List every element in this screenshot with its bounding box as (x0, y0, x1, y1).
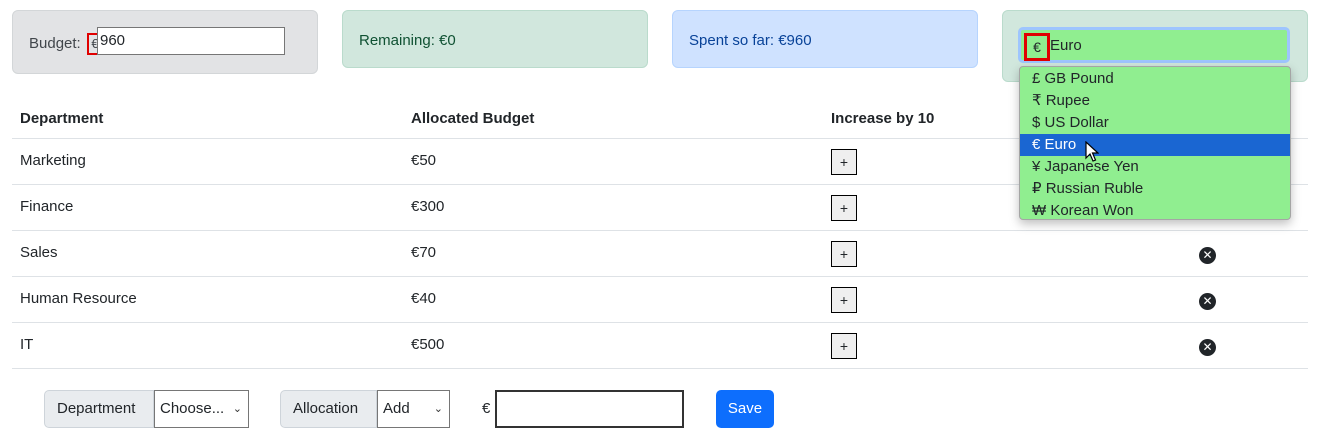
amount-input[interactable] (495, 390, 684, 428)
budget-card: Budget: € 960 (12, 10, 318, 74)
delete-icon[interactable]: ✕ (1199, 293, 1216, 310)
allocation-select-value: Add (383, 400, 410, 417)
currency-option-gbp[interactable]: £ GB Pound (1020, 68, 1290, 90)
table-row: Sales €70 + ✕ (12, 230, 1308, 277)
department-addon-label: Department (44, 390, 154, 428)
department-select-value: Choose... (160, 400, 225, 417)
budget-cell: €500 (403, 322, 823, 369)
currency-option-ruble[interactable]: ₽ Russian Ruble (1020, 178, 1290, 200)
currency-option-won[interactable]: ₩ Korean Won (1020, 200, 1290, 222)
currency-option-usd[interactable]: $ US Dollar (1020, 112, 1290, 134)
currency-select[interactable]: € Euro (1018, 27, 1290, 63)
increase-button[interactable]: + (831, 241, 857, 267)
budget-input[interactable]: 960 (97, 27, 285, 55)
currency-option-rupee[interactable]: ₹ Rupee (1020, 90, 1290, 112)
department-group: Department Choose... ⌄ (44, 390, 249, 428)
currency-selected-name: Euro (1050, 37, 1082, 54)
increase-button[interactable]: + (831, 195, 857, 221)
header-department: Department (12, 98, 403, 139)
delete-icon[interactable]: ✕ (1199, 339, 1216, 356)
remaining-card: Remaining: €0 (342, 10, 648, 68)
department-cell: IT (12, 322, 403, 369)
currency-symbol: € (1024, 33, 1050, 61)
table-row: Human Resource €40 + ✕ (12, 276, 1308, 323)
chevron-down-icon: ⌄ (232, 403, 242, 415)
currency-dropdown-list: £ GB Pound ₹ Rupee $ US Dollar € Euro ¥ … (1019, 66, 1291, 220)
increase-button[interactable]: + (831, 333, 857, 359)
department-cell: Human Resource (12, 276, 403, 323)
department-select[interactable]: Choose... ⌄ (154, 390, 249, 428)
budget-cell: €300 (403, 184, 823, 231)
amount-currency-symbol: € (482, 400, 491, 417)
budget-cell: €50 (403, 138, 823, 185)
allocation-group: Allocation Add ⌄ (280, 390, 450, 428)
table-row: IT €500 + ✕ (12, 322, 1308, 369)
increase-button[interactable]: + (831, 287, 857, 313)
department-cell: Marketing (12, 138, 403, 185)
budget-cell: €70 (403, 230, 823, 277)
department-cell: Finance (12, 184, 403, 231)
allocation-select[interactable]: Add ⌄ (377, 390, 450, 428)
header-allocated-budget: Allocated Budget (403, 98, 823, 139)
remaining-text: Remaining: €0 (359, 32, 456, 49)
delete-icon[interactable]: ✕ (1199, 247, 1216, 264)
chevron-down-icon: ⌄ (433, 403, 443, 415)
increase-button[interactable]: + (831, 149, 857, 175)
currency-option-euro[interactable]: € Euro (1020, 134, 1290, 156)
budget-cell: €40 (403, 276, 823, 323)
spent-text: Spent so far: €960 (689, 32, 812, 49)
allocation-addon-label: Allocation (280, 390, 377, 428)
currency-option-yen[interactable]: ¥ Japanese Yen (1020, 156, 1290, 178)
spent-card: Spent so far: €960 (672, 10, 978, 68)
mouse-cursor-icon (1085, 141, 1099, 162)
department-cell: Sales (12, 230, 403, 277)
budget-label: Budget: (29, 35, 81, 52)
save-button[interactable]: Save (716, 390, 774, 428)
